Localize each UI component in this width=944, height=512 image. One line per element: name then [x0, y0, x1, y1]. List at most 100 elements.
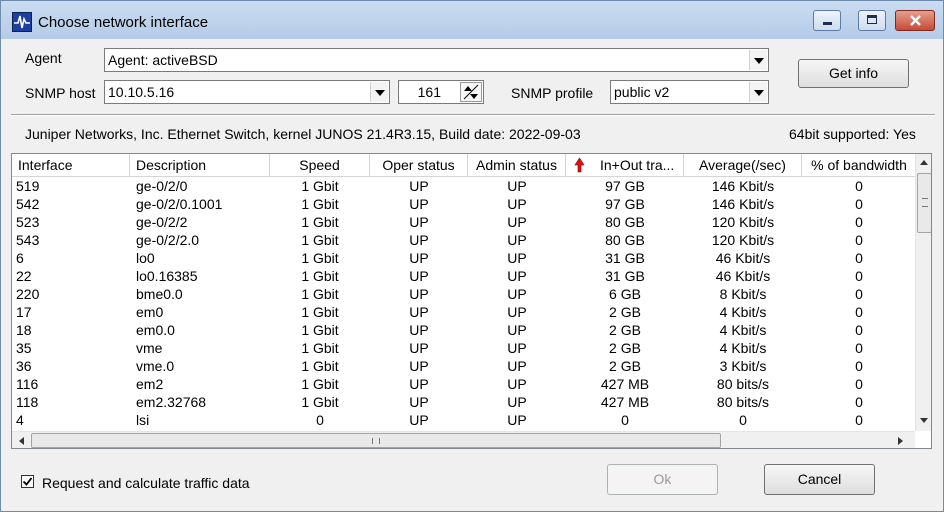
cell-admin-status: UP	[507, 232, 527, 248]
cell-speed: 1 Gbit	[301, 322, 339, 338]
cell-description: em0	[136, 304, 164, 320]
cell-average: 46 Kbit/s	[715, 250, 771, 266]
column-header-traffic-label: In+Out tra...	[600, 157, 675, 173]
table-row[interactable]: 17 em0 1 Gbit UP UP 2 GB 4 Kbit/s 0	[12, 303, 916, 321]
vertical-scroll-thumb[interactable]	[917, 173, 931, 233]
port-value: 161	[417, 84, 441, 100]
table-row[interactable]: 543 ge-0/2/2.0 1 Gbit UP UP 80 GB 120 Kbit/s 0	[12, 231, 916, 249]
maximize-button[interactable]	[858, 10, 886, 31]
cell-interface: 542	[16, 196, 40, 212]
cell-oper-status: UP	[409, 322, 429, 338]
maximize-icon	[867, 15, 877, 24]
dialog-window: Choose network interface Agent Agent: ac…	[0, 0, 944, 512]
cancel-button[interactable]: Cancel	[764, 464, 875, 495]
chevron-down-icon[interactable]	[749, 50, 767, 70]
agent-select[interactable]: Agent: activeBSD	[104, 48, 769, 72]
cell-bandwidth: 0	[855, 322, 863, 338]
table-row[interactable]: 523 ge-0/2/2 1 Gbit UP UP 80 GB 120 Kbit/s 0	[12, 213, 916, 231]
table-row[interactable]: 18 em0.0 1 Gbit UP UP 2 GB 4 Kbit/s 0	[12, 321, 916, 339]
traffic-data-checkbox[interactable]	[21, 475, 34, 488]
cell-traffic: 2 GB	[609, 340, 641, 356]
cell-bandwidth: 0	[855, 232, 863, 248]
scroll-down-icon[interactable]	[919, 417, 929, 424]
snmp-profile-select[interactable]: public v2	[610, 80, 769, 104]
title-bar[interactable]: Choose network interface	[1, 1, 943, 39]
cell-speed: 1 Gbit	[301, 358, 339, 374]
interface-table[interactable]: Interface Description Speed Oper status …	[11, 153, 932, 449]
vertical-scrollbar[interactable]	[915, 154, 931, 431]
cell-description: vme.0	[136, 358, 175, 374]
cell-average: 120 Kbit/s	[711, 214, 775, 230]
column-header-oper-status[interactable]: Oper status	[370, 154, 468, 176]
column-header-description[interactable]: Description	[130, 154, 270, 176]
cell-average: 146 Kbit/s	[711, 178, 775, 194]
scroll-right-icon[interactable]	[897, 436, 904, 446]
scroll-left-icon[interactable]	[18, 436, 25, 446]
table-row[interactable]: 22 lo0.16385 1 Gbit UP UP 31 GB 46 Kbit/s 0	[12, 267, 916, 285]
cell-admin-status: UP	[507, 178, 527, 194]
cell-bandwidth: 0	[855, 394, 863, 410]
ok-button[interactable]: Ok	[607, 464, 718, 495]
table-row[interactable]: 519 ge-0/2/0 1 Gbit UP UP 97 GB 146 Kbit/s 0	[12, 177, 916, 195]
column-header-average[interactable]: Average(/sec)	[684, 154, 802, 176]
table-row[interactable]: 116 em2 1 Gbit UP UP 427 MB 80 bits/s 0	[12, 375, 916, 393]
cell-bandwidth: 0	[855, 178, 863, 194]
column-header-bandwidth[interactable]: % of bandwidth	[802, 154, 916, 176]
column-header-admin-status[interactable]: Admin status	[468, 154, 566, 176]
cell-oper-status: UP	[409, 178, 429, 194]
table-header: Interface Description Speed Oper status …	[12, 154, 916, 177]
table-row[interactable]: 6 lo0 1 Gbit UP UP 31 GB 46 Kbit/s 0	[12, 249, 916, 267]
cell-average: 4 Kbit/s	[719, 322, 767, 338]
cell-average: 80 bits/s	[716, 394, 770, 410]
snmp-host-input[interactable]: 10.10.5.16	[104, 80, 390, 104]
cell-interface: 523	[16, 214, 40, 230]
cell-traffic: 97 GB	[605, 178, 645, 194]
scroll-up-icon[interactable]	[919, 159, 929, 166]
cell-interface: 17	[16, 304, 32, 320]
cell-bandwidth: 0	[855, 304, 863, 320]
column-header-traffic[interactable]: In+Out tra...	[566, 154, 684, 176]
cell-bandwidth: 0	[855, 268, 863, 284]
table-row[interactable]: 36 vme.0 1 Gbit UP UP 2 GB 3 Kbit/s 0	[12, 357, 916, 375]
network-pulse-icon	[12, 12, 32, 32]
column-header-interface[interactable]: Interface	[12, 154, 130, 176]
minimize-button[interactable]	[813, 10, 841, 31]
cell-traffic: 97 GB	[605, 196, 645, 212]
spin-updown-icon[interactable]	[460, 82, 482, 102]
horizontal-scroll-thumb[interactable]	[31, 433, 721, 448]
table-row[interactable]: 220 bme0.0 1 Gbit UP UP 6 GB 8 Kbit/s 0	[12, 285, 916, 303]
chevron-down-icon[interactable]	[749, 82, 767, 102]
cell-traffic: 31 GB	[605, 250, 645, 266]
column-header-speed[interactable]: Speed	[270, 154, 370, 176]
cell-average: 8 Kbit/s	[719, 286, 767, 302]
cell-interface: 4	[16, 412, 24, 428]
cell-speed: 0	[316, 412, 324, 428]
cell-traffic: 6 GB	[609, 286, 641, 302]
cell-interface: 22	[16, 268, 32, 284]
get-info-button[interactable]: Get info	[798, 59, 909, 88]
cell-oper-status: UP	[409, 250, 429, 266]
table-row[interactable]: 35 vme 1 Gbit UP UP 2 GB 4 Kbit/s 0	[12, 339, 916, 357]
cell-traffic: 0	[621, 412, 629, 428]
chevron-down-icon[interactable]	[370, 82, 388, 102]
cell-bandwidth: 0	[855, 196, 863, 212]
port-stepper[interactable]: 161	[398, 80, 484, 104]
cell-bandwidth: 0	[855, 376, 863, 392]
cell-average: 46 Kbit/s	[715, 268, 771, 284]
cell-oper-status: UP	[409, 232, 429, 248]
cell-oper-status: UP	[409, 286, 429, 302]
cell-speed: 1 Gbit	[301, 376, 339, 392]
snmp-host-value: 10.10.5.16	[108, 84, 175, 100]
horizontal-scrollbar[interactable]	[12, 431, 915, 448]
cell-bandwidth: 0	[855, 412, 863, 428]
agent-value: Agent: activeBSD	[108, 52, 218, 68]
cell-oper-status: UP	[409, 358, 429, 374]
close-button[interactable]	[895, 10, 935, 31]
cell-speed: 1 Gbit	[301, 268, 339, 284]
table-row[interactable]: 4 lsi 0 UP UP 0 0 0	[12, 411, 916, 429]
cell-average: 0	[739, 412, 747, 428]
cell-admin-status: UP	[507, 196, 527, 212]
table-row[interactable]: 542 ge-0/2/0.1001 1 Gbit UP UP 97 GB 146 Kbit/…	[12, 195, 916, 213]
table-row[interactable]: 118 em2.32768 1 Gbit UP UP 427 MB 80 bits/s 0	[12, 393, 916, 411]
cell-description: vme	[136, 340, 163, 356]
